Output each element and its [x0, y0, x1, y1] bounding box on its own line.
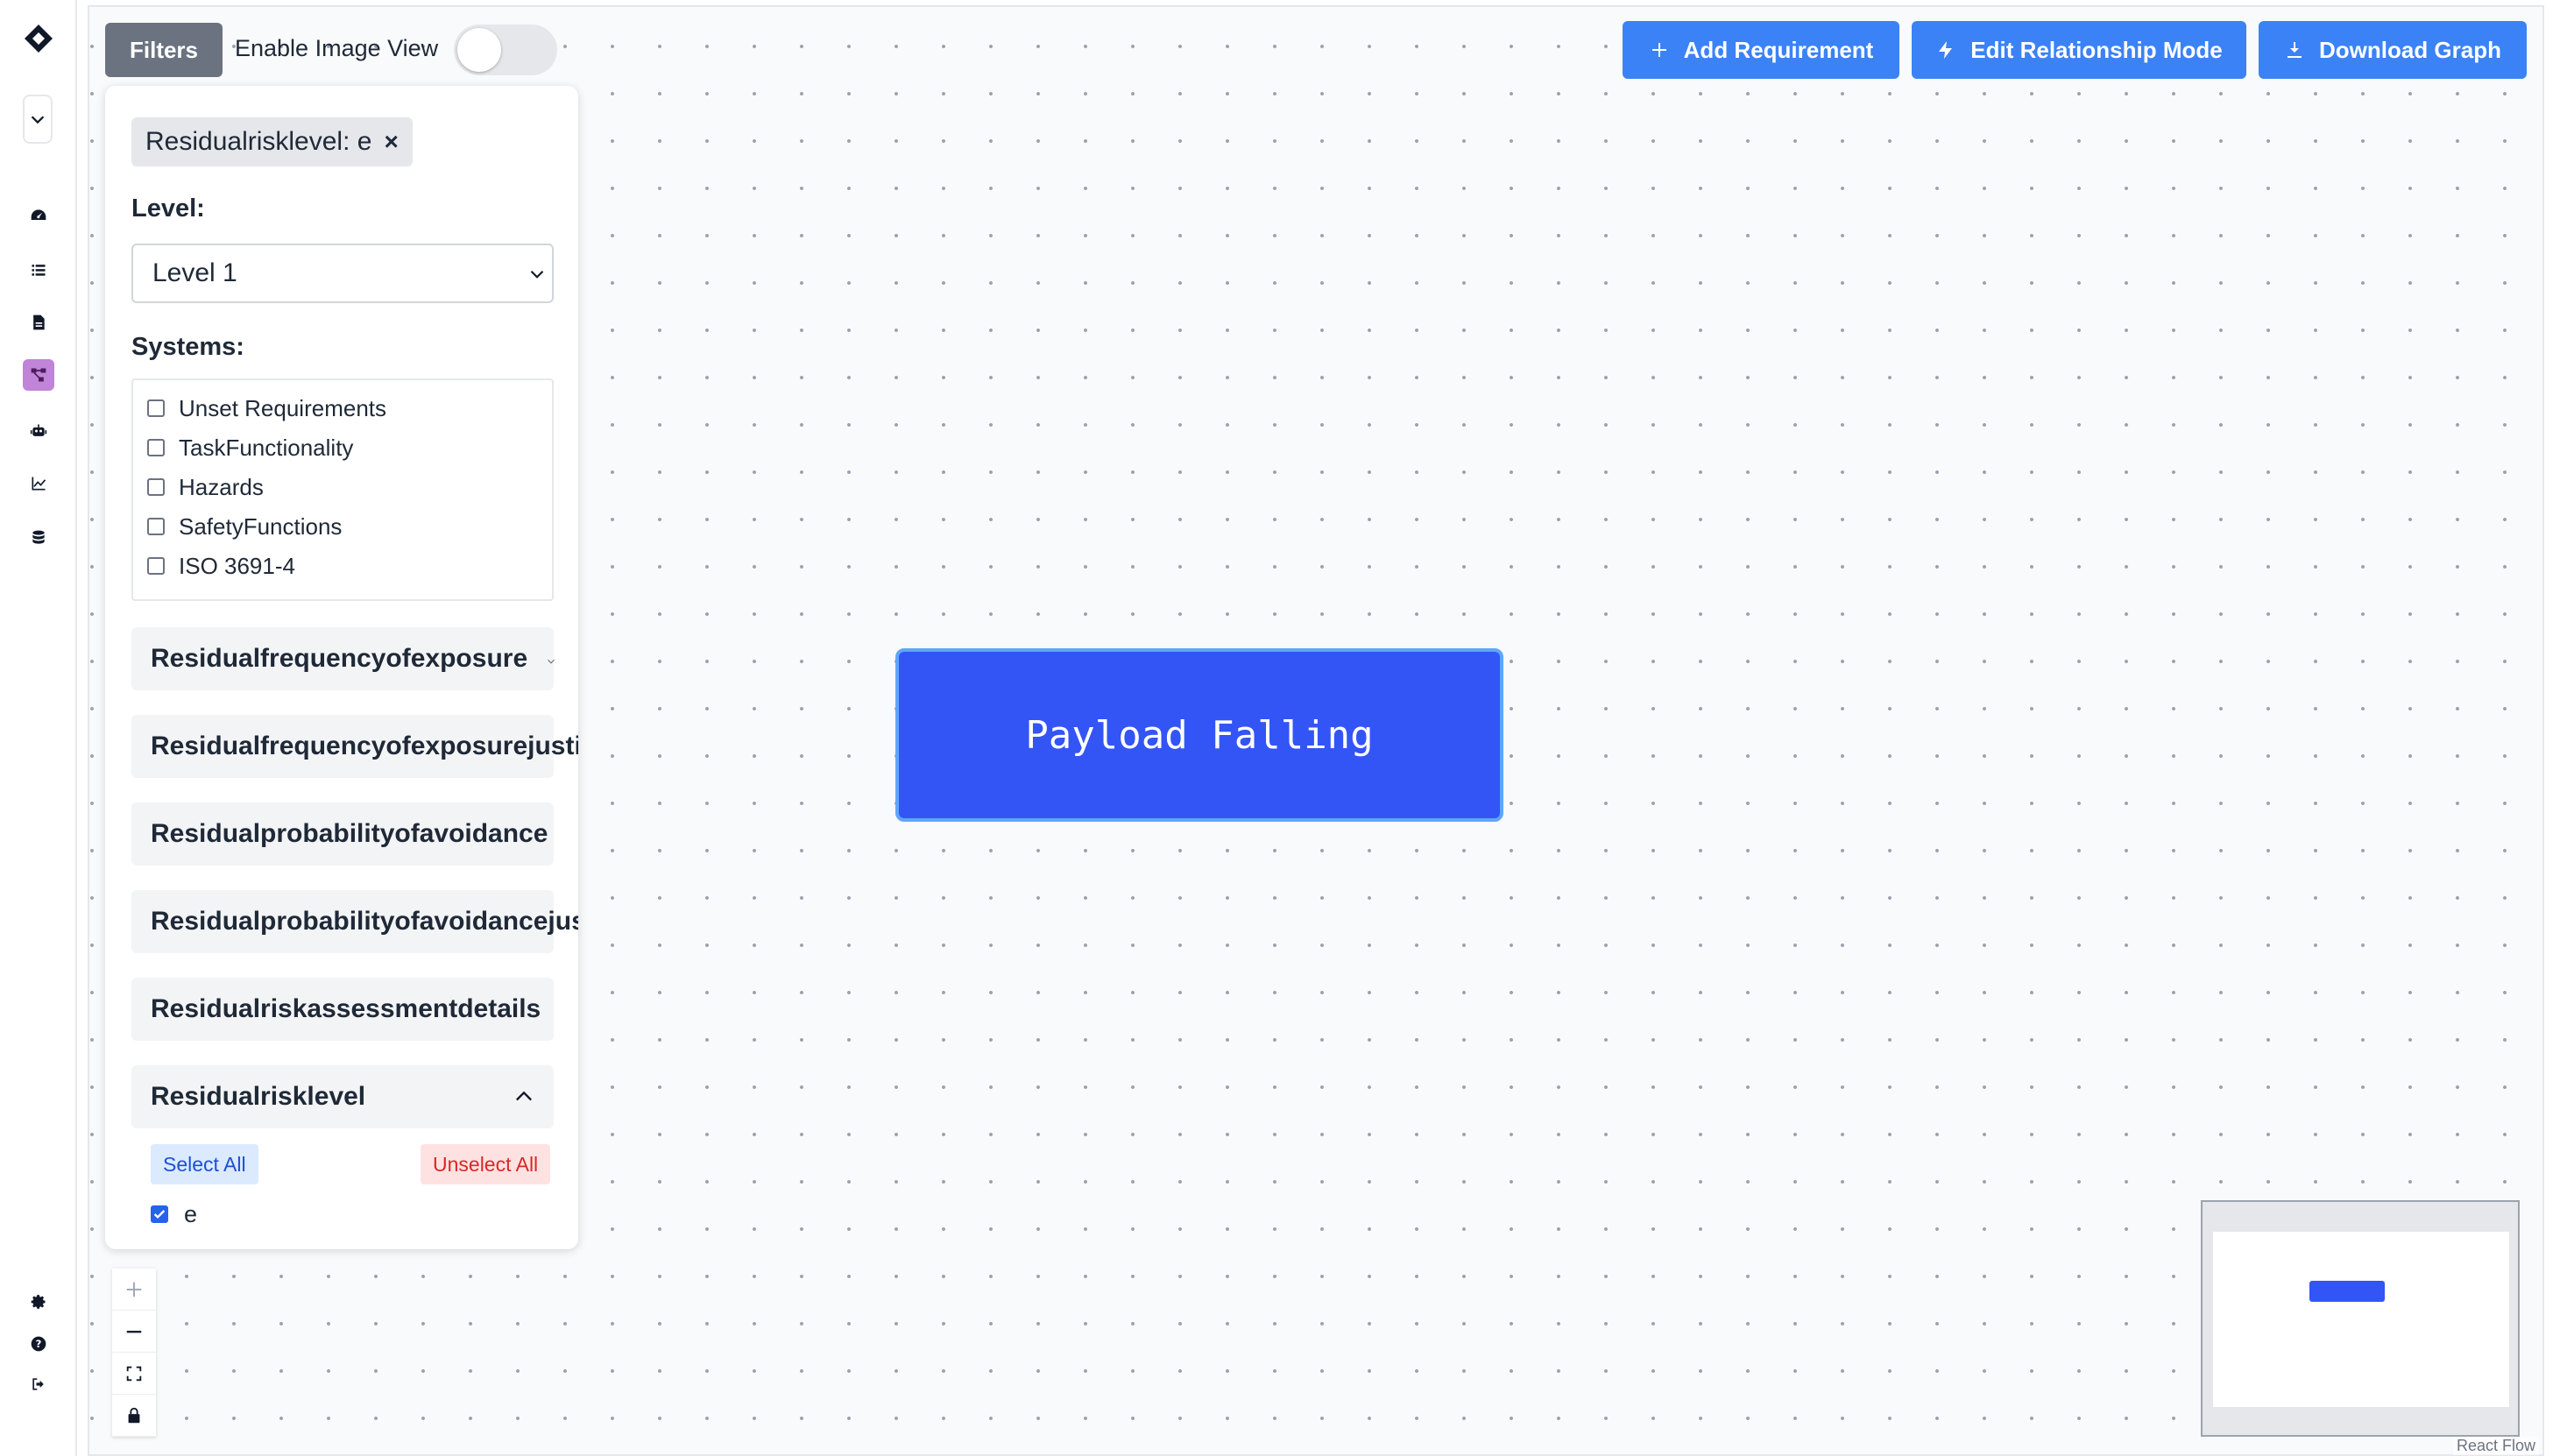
fit-view-button[interactable]	[112, 1353, 156, 1395]
chevron-down-icon[interactable]	[23, 95, 53, 144]
system-label: TaskFunctionality	[179, 434, 354, 461]
add-requirement-label: Add Requirement	[1683, 36, 1874, 63]
minimap-viewport	[2213, 1232, 2509, 1407]
logo-icon[interactable]	[21, 21, 56, 56]
chevron-up-icon	[516, 1091, 532, 1101]
accordion-residualprobabilityofavoidance[interactable]: Residualprobabilityofavoidance	[131, 802, 554, 866]
edit-relationship-mode-button[interactable]: Edit Relationship Mode	[1912, 21, 2246, 79]
plus-icon	[126, 1282, 142, 1297]
systems-list: Unset Requirements TaskFunctionality Haz…	[131, 378, 554, 601]
zoom-in-button[interactable]	[112, 1269, 156, 1311]
system-label: SafetyFunctions	[179, 512, 343, 540]
active-filter-chip: Residualrisklevel: e ×	[131, 117, 413, 166]
help-icon[interactable]: ?	[23, 1328, 54, 1360]
accordion-label: Residualrisklevel	[151, 1082, 366, 1111]
level-select[interactable]: Level 1	[131, 244, 554, 303]
system-checkbox[interactable]	[147, 518, 165, 535]
system-item[interactable]: Unset Requirements	[147, 391, 386, 426]
level-label: Level:	[131, 194, 205, 223]
sidebar: ?	[0, 0, 77, 1456]
risk-level-checkbox[interactable]	[151, 1205, 168, 1223]
system-item[interactable]: TaskFunctionality	[147, 430, 353, 465]
svg-text:?: ?	[36, 1338, 42, 1350]
filter-panel: Residualrisklevel: e × Level: Level 1 Sy…	[105, 86, 578, 1249]
react-flow-attribution[interactable]: React Flow	[2453, 1437, 2540, 1455]
minimap[interactable]	[2201, 1200, 2520, 1437]
add-requirement-button[interactable]: Add Requirement	[1623, 21, 1899, 79]
chart-icon[interactable]	[23, 468, 54, 499]
image-view-toggle[interactable]	[454, 25, 557, 75]
level-select-value: Level 1	[152, 258, 237, 287]
minus-icon	[126, 1330, 142, 1332]
robot-icon[interactable]	[23, 415, 54, 447]
plus-icon	[1651, 43, 1666, 57]
system-item[interactable]: ISO 3691-4	[147, 548, 295, 583]
remove-filter-icon[interactable]: ×	[384, 128, 398, 156]
accordion-residualrisklevel[interactable]: Residualrisklevel	[131, 1065, 554, 1128]
minimap-node	[2309, 1281, 2385, 1302]
lock-icon	[128, 1407, 140, 1423]
accordion-label: Residualprobabilityofavoidance	[151, 819, 548, 848]
edit-relationship-label: Edit Relationship Mode	[1970, 36, 2223, 63]
system-checkbox[interactable]	[147, 557, 165, 575]
risk-level-label: e	[184, 1200, 198, 1227]
system-checkbox[interactable]	[147, 439, 165, 456]
unselect-all-button[interactable]: Unselect All	[421, 1144, 551, 1184]
systems-label: Systems:	[131, 333, 244, 361]
download-graph-button[interactable]: Download Graph	[2259, 21, 2527, 79]
filters-button[interactable]: Filters	[105, 23, 223, 77]
download-graph-label: Download Graph	[2319, 36, 2501, 63]
active-filter-label: Residualrisklevel: e	[145, 127, 372, 156]
select-all-button[interactable]: Select All	[151, 1144, 258, 1184]
image-view-label: Enable Image View	[235, 35, 439, 61]
accordion-residualfrequencyofexposure[interactable]: Residualfrequencyofexposure	[131, 627, 555, 690]
gear-icon[interactable]	[23, 1286, 54, 1318]
database-icon[interactable]	[23, 522, 54, 554]
graph-icon[interactable]	[23, 359, 54, 391]
bolt-icon	[1939, 41, 1953, 59]
accordion-label: Residualfrequencyofexposure	[151, 644, 528, 673]
system-checkbox[interactable]	[147, 478, 165, 496]
accordion-label: Residualriskassessmentdetails	[151, 994, 541, 1023]
zoom-controls	[112, 1269, 156, 1437]
system-label: ISO 3691-4	[179, 552, 295, 579]
download-icon	[2288, 42, 2302, 58]
accordion-label: Residualfrequencyofexposurejustification	[151, 732, 578, 760]
lock-button[interactable]	[112, 1395, 156, 1437]
document-icon[interactable]	[23, 307, 54, 338]
accordion-residualriskassessmentdetails[interactable]: Residualriskassessmentdetails	[131, 978, 554, 1041]
chevron-down-icon	[530, 270, 544, 279]
check-icon	[153, 1210, 166, 1219]
fit-view-icon	[126, 1366, 142, 1381]
chevron-down-icon	[548, 659, 555, 664]
requirement-node[interactable]: Payload Falling	[895, 648, 1503, 822]
list-icon[interactable]	[23, 254, 54, 286]
accordion-residualfrequencyofexposurejustification[interactable]: Residualfrequencyofexposurejustification	[131, 715, 578, 778]
logout-icon[interactable]	[23, 1368, 54, 1400]
system-label: Hazards	[179, 473, 264, 500]
node-label: Payload Falling	[1025, 712, 1374, 758]
accordion-residualprobabilityofavoidancejustification[interactable]: Residualprobabilityofavoidancejustificat…	[131, 890, 578, 953]
zoom-out-button[interactable]	[112, 1311, 156, 1353]
system-item[interactable]: SafetyFunctions	[147, 509, 342, 544]
dashboard-icon[interactable]	[23, 200, 54, 231]
system-item[interactable]: Hazards	[147, 470, 264, 505]
accordion-label: Residualprobabilityofavoidancejustificat…	[151, 907, 578, 936]
risk-level-option[interactable]: e	[151, 1197, 197, 1232]
system-checkbox[interactable]	[147, 399, 165, 417]
system-label: Unset Requirements	[179, 394, 386, 421]
